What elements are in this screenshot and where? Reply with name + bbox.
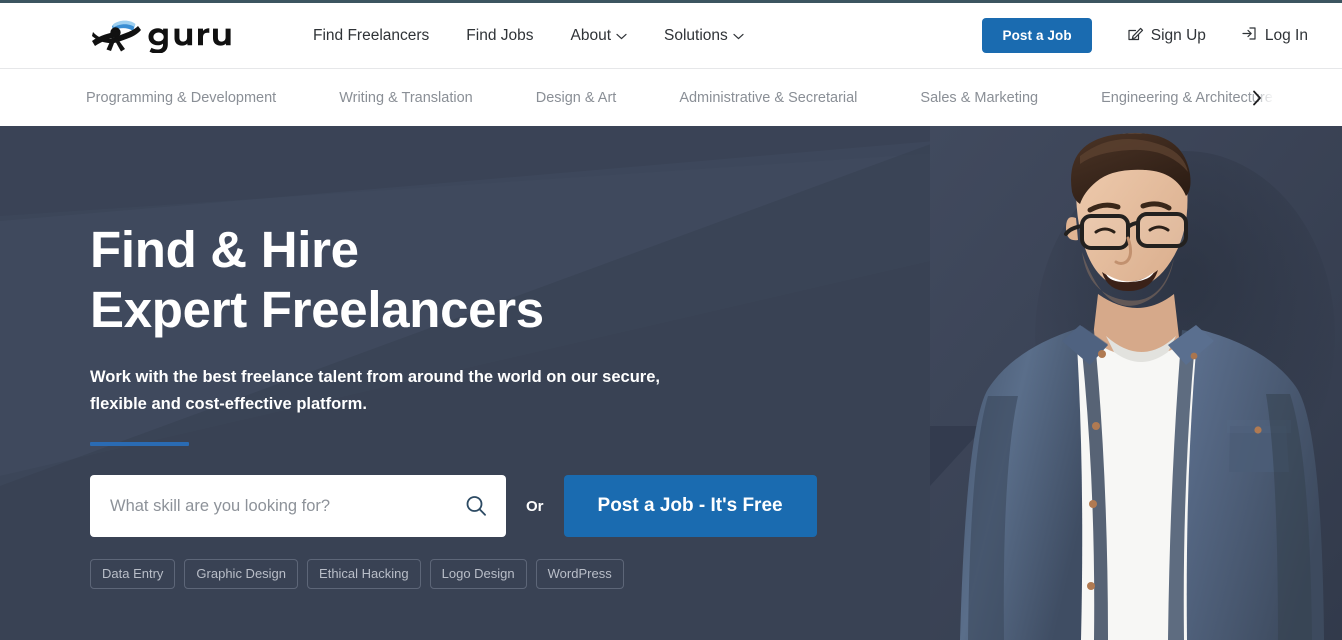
- hero-section: Find & Hire Expert Freelancers Work with…: [0, 126, 1342, 640]
- nav-item-label: Solutions: [664, 26, 728, 44]
- chevron-down-icon: [616, 27, 627, 45]
- skill-tag-logo-design[interactable]: Logo Design: [429, 559, 527, 589]
- hero-post-a-job-button[interactable]: Post a Job - It's Free: [563, 475, 817, 537]
- site-header: Find Freelancers Find Jobs About Solutio…: [0, 3, 1342, 68]
- header-actions: Post a Job Sign Up Log In: [982, 18, 1342, 53]
- popular-skill-tags: Data Entry Graphic Design Ethical Hackin…: [90, 559, 910, 589]
- category-nav-bar: Programming & Development Writing & Tran…: [0, 68, 1342, 126]
- category-item-writing-translation[interactable]: Writing & Translation: [339, 90, 473, 106]
- hero-heading: Find & Hire Expert Freelancers: [90, 221, 544, 338]
- hero-search-row: Or Post a Job - It's Free: [90, 475, 910, 537]
- skill-tag-wordpress[interactable]: WordPress: [535, 559, 624, 589]
- search-icon[interactable]: [456, 494, 488, 518]
- log-in-label: Log In: [1264, 26, 1308, 44]
- post-a-job-button[interactable]: Post a Job: [982, 18, 1092, 53]
- chevron-right-icon[interactable]: [1252, 90, 1262, 106]
- chevron-down-icon: [733, 27, 744, 45]
- hero-divider: [90, 442, 189, 446]
- log-in-link[interactable]: Log In: [1241, 25, 1308, 47]
- pencil-square-icon: [1127, 25, 1144, 47]
- skill-tag-graphic-design[interactable]: Graphic Design: [184, 559, 299, 589]
- category-item-programming-development[interactable]: Programming & Development: [86, 90, 276, 106]
- sign-up-link[interactable]: Sign Up: [1127, 25, 1206, 47]
- nav-item-solutions[interactable]: Solutions: [664, 27, 744, 45]
- nav-item-about[interactable]: About: [571, 27, 628, 45]
- guru-logo[interactable]: [86, 19, 231, 53]
- primary-nav: Find Freelancers Find Jobs About Solutio…: [313, 27, 744, 45]
- hero-content: Find & Hire Expert Freelancers Work with…: [90, 126, 910, 589]
- smiling-man-with-glasses-illustration: [930, 126, 1342, 640]
- nav-item-label: Find Freelancers: [313, 26, 430, 44]
- nav-item-label: Find Jobs: [466, 26, 534, 44]
- nav-item-label: About: [570, 26, 612, 44]
- search-input[interactable]: [110, 496, 456, 516]
- category-item-engineering-architecture[interactable]: Engineering & Architecture: [1101, 90, 1273, 106]
- hero-subheading: Work with the best freelance talent from…: [90, 368, 660, 413]
- hero-photo: [930, 126, 1342, 640]
- sign-up-label: Sign Up: [1150, 26, 1206, 44]
- nav-item-find-jobs[interactable]: Find Jobs: [466, 27, 533, 45]
- search-box[interactable]: [90, 475, 506, 537]
- skill-tag-ethical-hacking[interactable]: Ethical Hacking: [307, 559, 421, 589]
- or-label: Or: [526, 497, 544, 515]
- login-arrow-icon: [1241, 25, 1258, 47]
- category-item-sales-marketing[interactable]: Sales & Marketing: [920, 90, 1038, 106]
- nav-item-find-freelancers[interactable]: Find Freelancers: [313, 27, 429, 45]
- guru-logo-icon: [92, 20, 231, 53]
- category-item-administrative-secretarial[interactable]: Administrative & Secretarial: [679, 90, 857, 106]
- category-item-design-art[interactable]: Design & Art: [536, 90, 617, 106]
- skill-tag-data-entry[interactable]: Data Entry: [90, 559, 176, 589]
